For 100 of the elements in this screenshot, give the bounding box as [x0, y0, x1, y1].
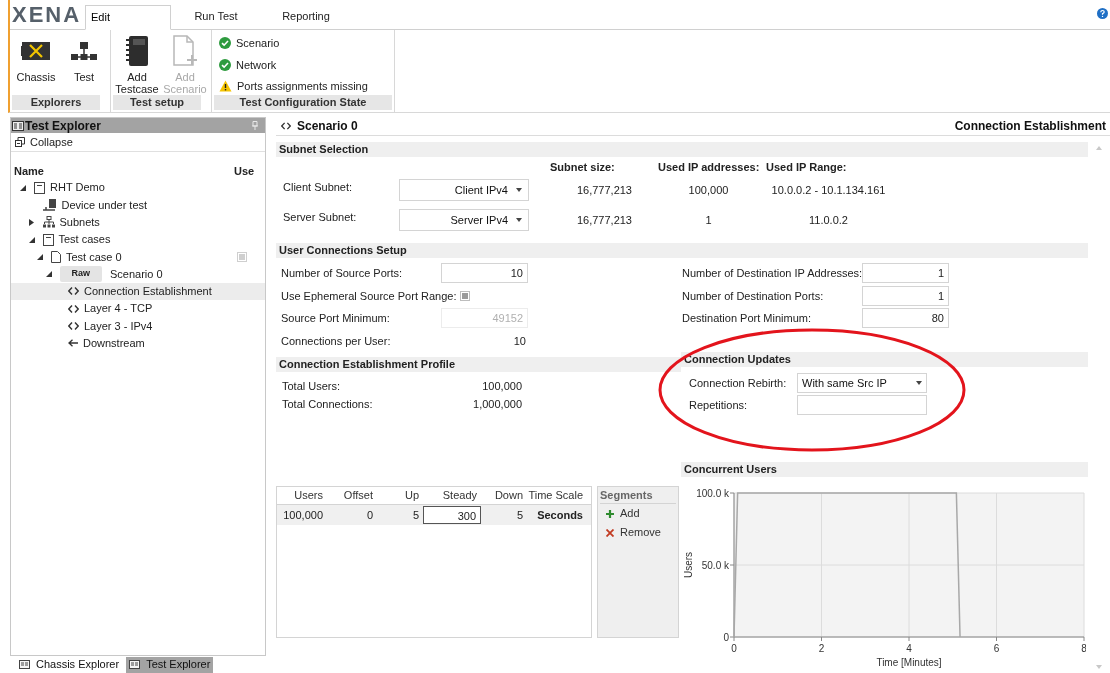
tree-toggle-icon[interactable]	[45, 271, 52, 278]
use-checkbox[interactable]	[237, 251, 247, 262]
state-label: Ports assignments missing	[237, 79, 368, 94]
tree-item[interactable]: Layer 4 - TCP	[11, 300, 265, 318]
document-add-icon	[172, 35, 198, 67]
tree-item[interactable]: Raw Scenario 0	[11, 265, 265, 283]
axis-tick-label: 2	[818, 643, 825, 654]
tree-toggle-icon[interactable]	[28, 236, 35, 243]
field-label: Number of Destination Ports:	[682, 288, 825, 304]
column-header: Used IP Range:	[766, 159, 848, 175]
column-header: Users	[293, 488, 324, 504]
field-value: 10	[512, 333, 527, 349]
ribbon-tab[interactable]: Reporting	[261, 4, 351, 29]
number-field[interactable]: 80	[862, 308, 949, 329]
tree-item[interactable]: Test cases	[11, 230, 265, 249]
section-header: Subnet Selection	[276, 142, 1088, 157]
group-label: Test setup	[113, 95, 201, 110]
column-header: Time Scale	[527, 488, 584, 504]
segment-action[interactable]: Add	[600, 504, 676, 523]
tree-label: Scenario 0	[110, 266, 163, 282]
axis-title: Time [Minutes]	[876, 657, 942, 668]
ribbon-button[interactable]: Chassis	[14, 34, 58, 95]
tree-toggle-icon[interactable]	[20, 184, 26, 191]
column-header: Up	[403, 488, 420, 504]
subnet-size: 16,777,213	[575, 212, 633, 228]
table-cell-text: 100,000	[282, 508, 324, 523]
tree-item[interactable]: Connection Establishment	[11, 282, 265, 301]
tree-label: Downstream	[83, 336, 145, 352]
column-header: Down	[493, 488, 524, 504]
panel-title: Segments	[600, 487, 676, 504]
axis-tick-label: 100.0 k	[696, 487, 729, 499]
dropdown-caret-icon	[516, 188, 522, 192]
tree-label: Test cases	[58, 232, 111, 248]
number-field[interactable]: 1	[862, 263, 949, 284]
number-field[interactable]: 10	[441, 263, 528, 284]
section-header: Connection Establishment Profile	[276, 357, 681, 372]
segment-action[interactable]: Remove	[600, 523, 676, 542]
number-field[interactable]: 1	[862, 285, 949, 306]
ribbon-tab[interactable]: Run Test	[171, 4, 261, 29]
axis-tick-label: 0	[723, 631, 729, 643]
ribbon-button[interactable]: Test	[62, 34, 106, 95]
plus-icon	[606, 509, 614, 518]
table-cell-text: 5	[411, 508, 420, 523]
field-label: Repetitions:	[689, 397, 749, 413]
dropdown[interactable]: With same Src IP	[797, 373, 927, 393]
column-header: Subnet size:	[549, 159, 616, 175]
field-value: 1,000,000	[472, 396, 522, 412]
field-label: Source Port Minimum:	[281, 311, 391, 326]
section-header: Concurrent Users	[681, 462, 1088, 477]
field-label: Connection Rebirth:	[689, 375, 788, 391]
field-label: Number of Destination IP Addresses:	[682, 266, 862, 281]
tree-item[interactable]: Layer 3 - IPv4	[11, 317, 265, 335]
field-label: Destination Port Minimum:	[682, 311, 812, 326]
panel-tab[interactable]: Test Explorer	[126, 656, 214, 673]
column-header: Offset	[342, 488, 374, 504]
raw-badge: Raw	[59, 266, 102, 282]
tree-item[interactable]: Test case 0	[11, 248, 265, 266]
tree-item[interactable]: RHT Demo	[11, 179, 265, 197]
panel-icon	[129, 660, 141, 669]
close-icon	[606, 528, 614, 537]
tree-label: Device under test	[61, 197, 148, 213]
tree-toggle-icon[interactable]	[37, 253, 43, 260]
group-label: Test Configuration State	[214, 95, 392, 110]
device-icon	[42, 198, 57, 211]
dropdown[interactable]: Server IPv4	[399, 209, 529, 231]
column-header: Name	[14, 164, 45, 180]
checkbox[interactable]	[460, 290, 471, 301]
text-field[interactable]	[797, 395, 927, 415]
collapse-button[interactable]: Collapse	[11, 133, 265, 152]
code-icon	[68, 287, 79, 296]
table-row[interactable]: 100,000 0 5 300 5 Seconds	[277, 505, 591, 525]
tree-toggle-icon[interactable]	[28, 218, 34, 226]
table-cell: 300	[423, 506, 481, 524]
tree-item[interactable]: Subnets	[11, 213, 265, 231]
notebook-icon	[125, 35, 149, 67]
column-header: Used IP addresses:	[657, 159, 761, 175]
tree-label: Subnets	[59, 215, 100, 230]
group-label: Explorers	[12, 95, 100, 110]
section-header: User Connections Setup	[276, 243, 1088, 258]
field-label: Total Connections:	[282, 396, 374, 412]
chassis-icon	[21, 40, 51, 62]
code-icon	[281, 122, 291, 130]
field-label: Use Ephemeral Source Port Range:	[281, 288, 457, 304]
tree-label: Layer 3 - IPv4	[84, 318, 153, 334]
tree-item[interactable]: Device under test	[11, 196, 265, 214]
axis-tick-label: 50.0 k	[701, 559, 729, 571]
warning-icon	[219, 80, 232, 93]
page-title: Scenario 0	[297, 118, 358, 135]
panel-icon	[19, 660, 30, 669]
tree-item[interactable]: Downstream	[11, 334, 265, 352]
table-cell-text: 0	[365, 508, 374, 523]
arrow-left-icon	[68, 339, 78, 348]
dropdown[interactable]: Client IPv4	[399, 179, 529, 201]
subnet-size: 16,777,213	[575, 182, 633, 198]
dropdown-caret-icon	[916, 381, 922, 385]
ribbon-tab[interactable]: Edit	[85, 5, 171, 30]
ribbon-button[interactable]: Add Testcase	[115, 34, 159, 95]
state-label: Scenario	[236, 36, 280, 51]
field-value: 100,000	[481, 378, 522, 394]
help-icon[interactable]	[1097, 8, 1108, 19]
